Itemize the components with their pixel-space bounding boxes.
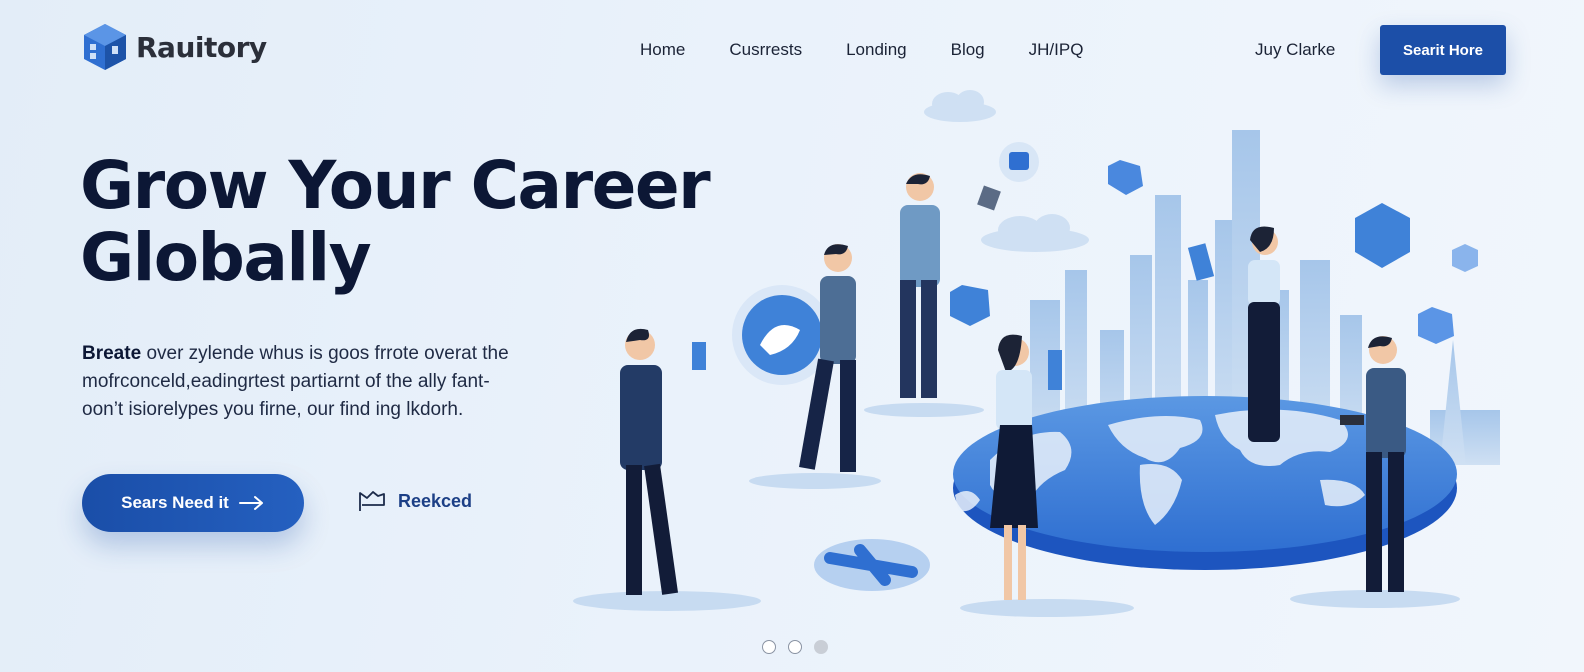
search-here-button[interactable]: Searit Hore [1380, 25, 1506, 75]
hero-description-line-3: oon’t isiorelypes you firne, our find in… [82, 399, 464, 420]
primary-cta-button[interactable]: Sears Need it [82, 474, 304, 532]
nav-item-courses[interactable]: Cusrrests [729, 40, 802, 60]
hero-illustration [573, 90, 1500, 617]
nav-item-landing[interactable]: Londing [846, 40, 907, 60]
carousel-dot-1[interactable] [762, 640, 776, 654]
brand[interactable]: Rauitory [82, 22, 267, 72]
person-figure [620, 328, 706, 595]
carousel-dot-2[interactable] [788, 640, 802, 654]
carousel-pagination [762, 640, 828, 654]
user-name-link[interactable]: Juy Clarke [1255, 40, 1335, 60]
hero-description-line-2: mofrconceld,eadingrtest partiarnt of the… [82, 371, 490, 392]
carousel-dot-3[interactable] [814, 640, 828, 654]
hero-description-line-1: over zylende whus is goos frrote overat … [146, 343, 509, 364]
nav-item-faq[interactable]: JH/IPQ [1029, 40, 1084, 60]
nav-item-blog[interactable]: Blog [951, 40, 985, 60]
secondary-cta-link[interactable]: Reekced [358, 490, 472, 512]
arrow-right-icon [238, 496, 263, 510]
nav-item-home[interactable]: Home [640, 40, 685, 60]
secondary-cta-label: Reekced [398, 490, 473, 511]
person-figure [900, 173, 1001, 398]
cube-logo-icon [84, 24, 126, 70]
hero-description-lead: Breate [82, 343, 142, 364]
primary-cta-label: Sears Need it [121, 493, 229, 512]
hero-description: Breate over zylende whus is goos frrote … [82, 340, 582, 424]
main-nav: Home Cusrrests Londing Blog JH/IPQ [640, 40, 1083, 60]
flag-icon [359, 491, 385, 511]
brand-name: Rauitory [136, 30, 267, 64]
